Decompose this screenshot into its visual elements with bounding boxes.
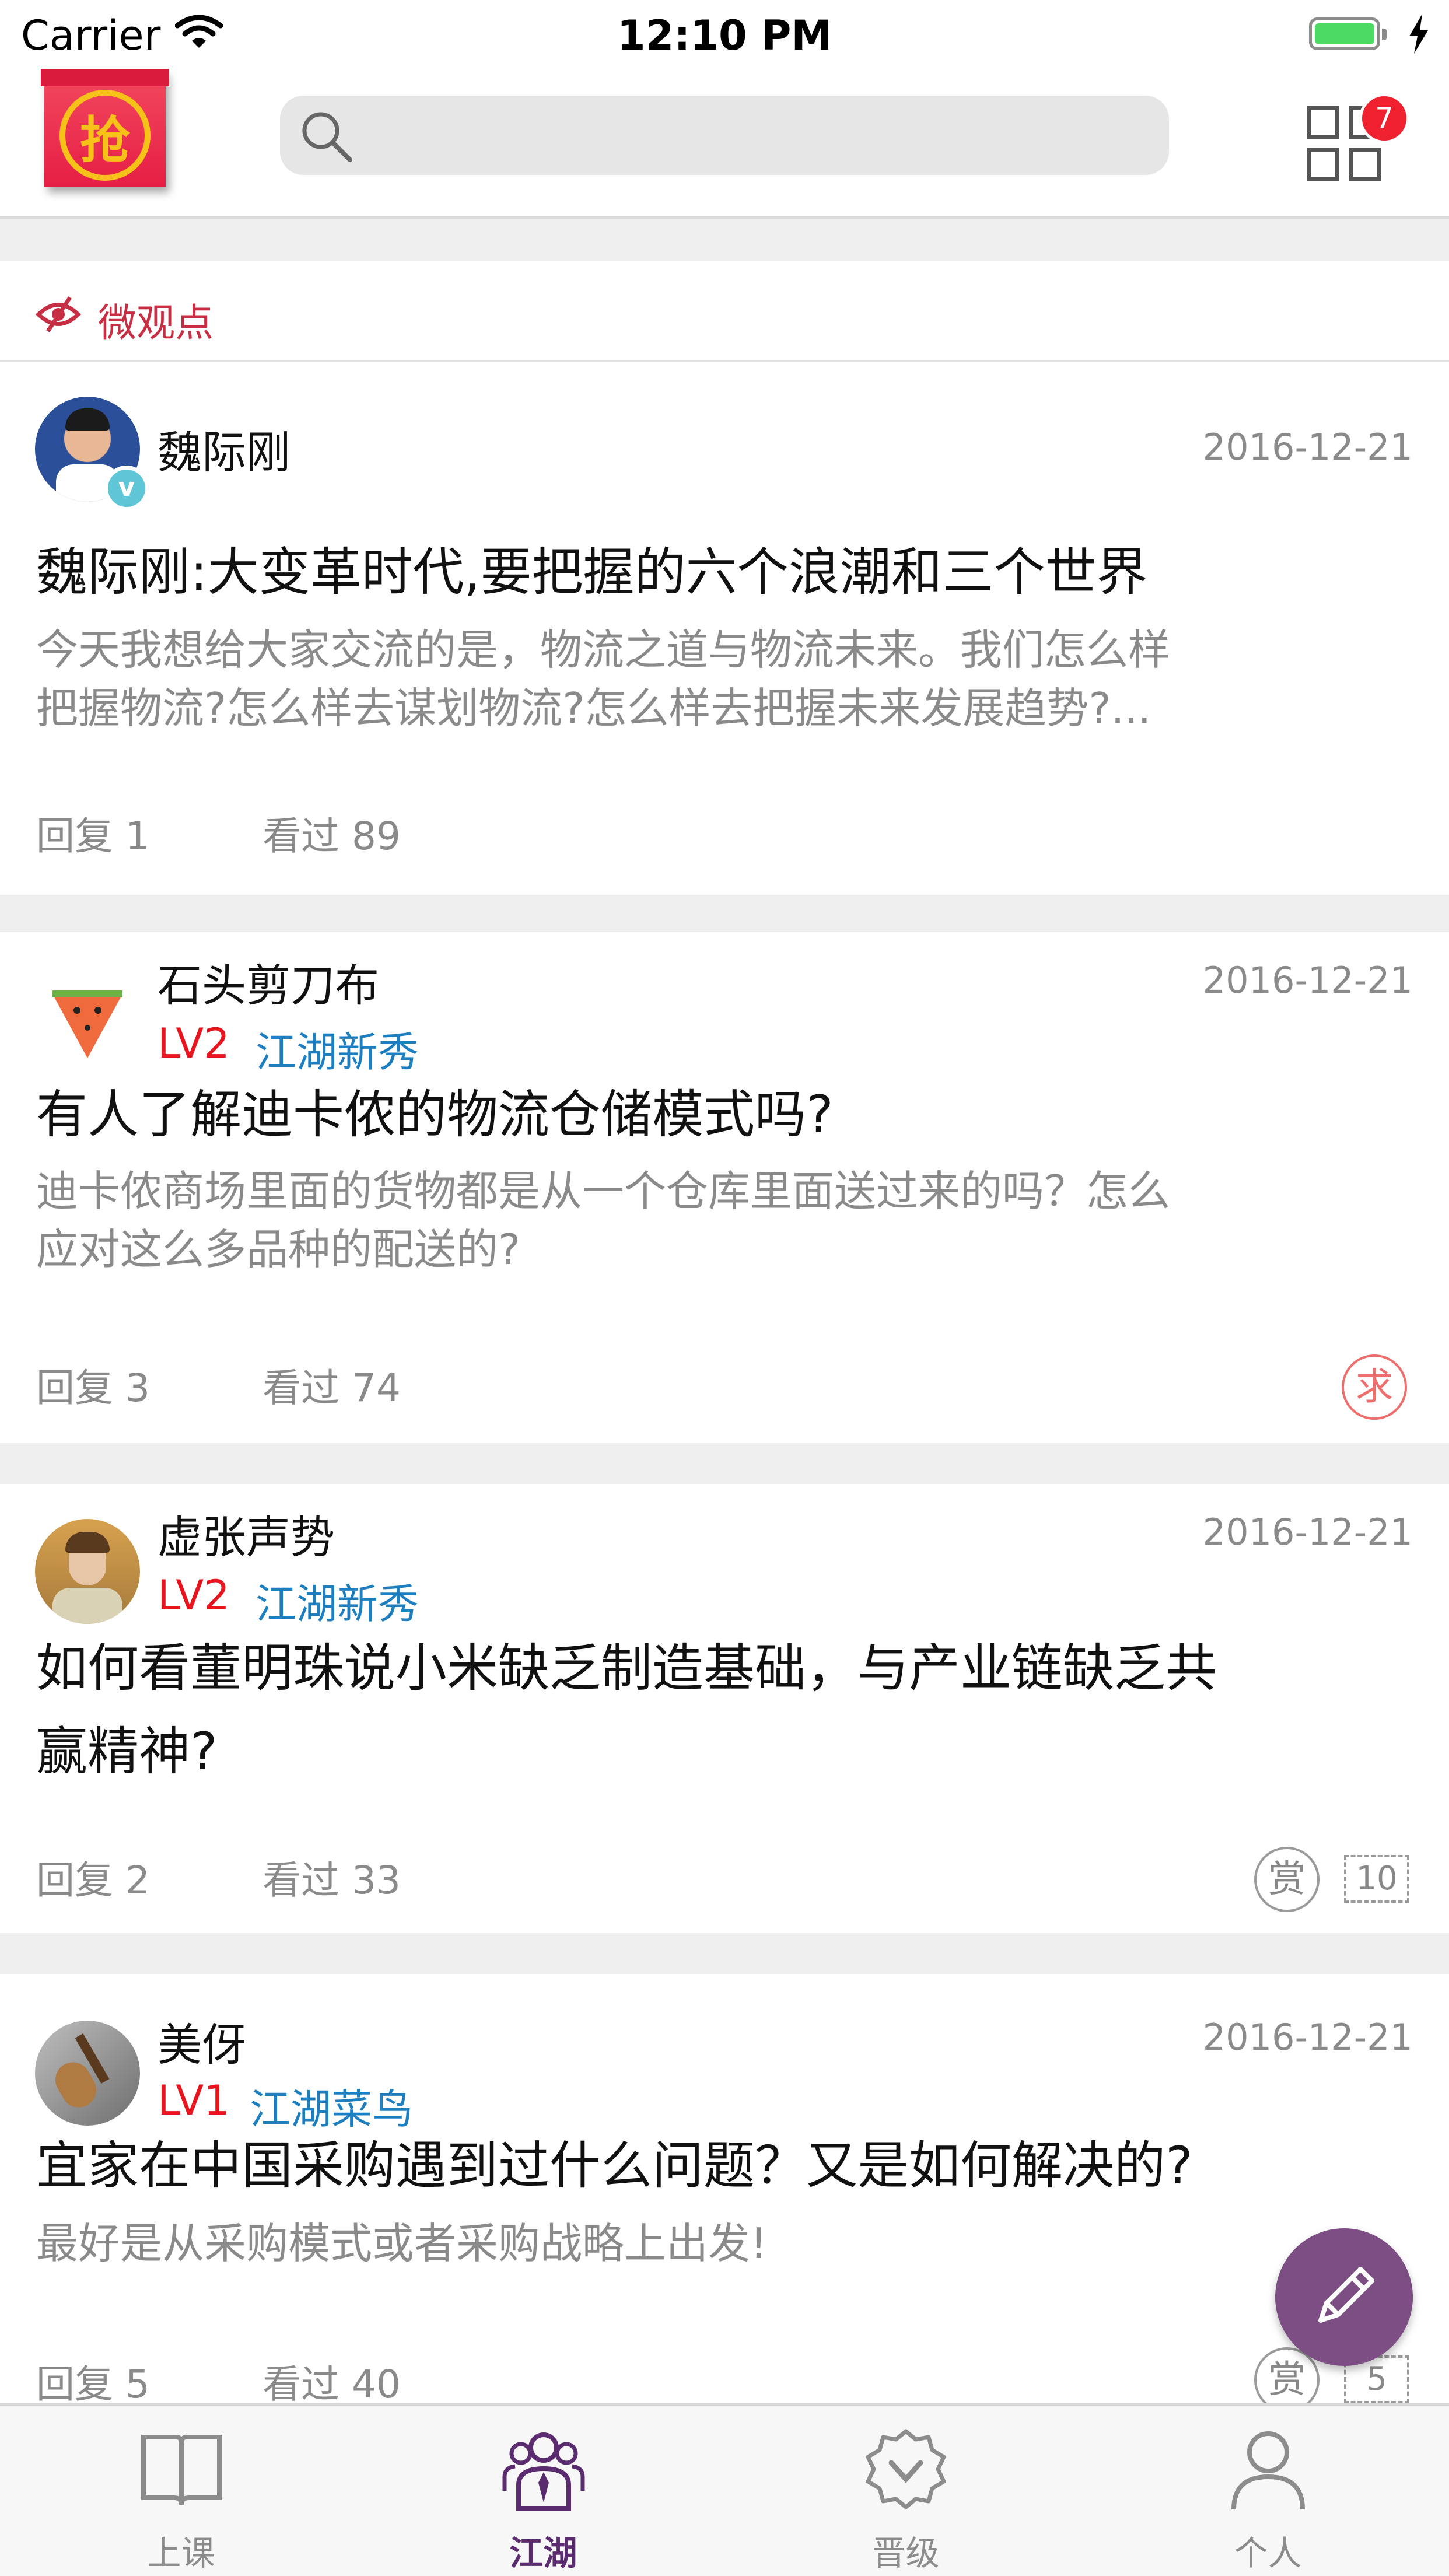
reply-count: 回复 2 (36, 1858, 150, 1903)
battery-icon (1309, 18, 1387, 50)
post-card[interactable]: 美伢 LV1 江湖菜鸟 2016-12-21 宜家在中国采购遇到过什么问题？又是… (0, 1974, 1449, 2413)
post-desc-line: 迪卡侬商场里面的货物都是从一个仓库里面送过来的吗？怎么 (36, 1167, 1171, 1216)
status-time: 12:10 PM (617, 12, 832, 60)
post-date: 2016-12-21 (1202, 426, 1413, 468)
search-input[interactable] (280, 96, 1169, 175)
post-date: 2016-12-21 (1202, 1511, 1413, 1553)
view-count: 看过 74 (262, 1366, 401, 1410)
tab-label: 晋级 (872, 2533, 940, 2573)
grid-icon (1307, 106, 1339, 139)
tab-level-up[interactable]: 晋级 (724, 2406, 1087, 2576)
app-logo[interactable]: 抢 (41, 69, 169, 187)
tab-classes[interactable]: 上课 (0, 2406, 362, 2576)
logo-char: 抢 (80, 111, 130, 170)
reward-seal-icon: 赏 (1254, 1847, 1320, 1912)
tab-community[interactable]: 江湖 (362, 2406, 724, 2576)
reply-count: 回复 3 (36, 1366, 150, 1410)
community-icon (502, 2432, 585, 2511)
tab-label: 上课 (147, 2533, 215, 2573)
request-seal-icon: 求 (1342, 1354, 1407, 1420)
view-count: 看过 89 (262, 814, 401, 859)
avatar[interactable] (35, 965, 140, 1070)
post-desc-line: 今天我想给大家交流的是，物流之道与物流未来。我们怎么样 (36, 625, 1171, 674)
person-icon (1231, 2431, 1305, 2510)
post-title-line[interactable]: 如何看董明珠说小米缺乏制造基础，与产业链缺乏共 (36, 1623, 1413, 1714)
tab-bar: 上课 江湖 晋级 个人 (0, 2403, 1449, 2576)
search-icon (302, 112, 352, 162)
section-header: 微观点 (0, 261, 1449, 362)
post-title[interactable]: 魏际刚:大变革时代,要把握的六个浪潮和三个世界 (36, 528, 1413, 616)
reply-count: 回复 1 (36, 814, 150, 859)
reward-coins: 10 (1344, 1855, 1409, 1903)
app-screen: Carrier 12:10 PM 抢 7 微观点 v 魏际刚 2016-12-2… (0, 0, 1449, 2576)
user-level: LV2 (158, 1572, 230, 1619)
verified-badge-icon: v (104, 466, 149, 511)
post-date: 2016-12-21 (1202, 2016, 1413, 2059)
watermelon-avatar-icon (52, 991, 123, 1058)
post-date: 2016-12-21 (1202, 959, 1413, 1002)
post-card[interactable]: v 魏际刚 2016-12-21 魏际刚:大变革时代,要把握的六个浪潮和三个世界… (0, 362, 1449, 895)
compose-button[interactable] (1275, 2228, 1413, 2366)
top-nav: 抢 7 (0, 69, 1449, 219)
author-name[interactable]: 美伢 (158, 2009, 246, 2073)
post-desc-line: 应对这么多品种的配送的? (36, 1225, 521, 1274)
pencil-icon (1318, 2267, 1374, 2323)
avatar[interactable] (35, 2021, 140, 2126)
author-name[interactable]: 虚张声势 (158, 1502, 335, 1566)
user-level: LV1 (158, 2077, 230, 2124)
user-level: LV2 (158, 1020, 230, 1068)
charging-icon (1409, 14, 1428, 54)
avatar[interactable] (35, 1519, 140, 1624)
view-count: 看过 33 (262, 1858, 401, 1903)
reply-count: 回复 5 (36, 2362, 150, 2407)
status-bar: Carrier 12:10 PM (0, 0, 1449, 70)
post-desc: 最好是从采购模式或者采购战略上出发! (36, 2219, 767, 2268)
post-title[interactable]: 宜家在中国采购遇到过什么问题？又是如何解决的? (36, 2122, 1413, 2210)
badge-icon (866, 2429, 946, 2510)
post-title-line[interactable]: 赢精神? (36, 1708, 1413, 1796)
author-name[interactable]: 石头剪刀布 (158, 950, 379, 1014)
view-count: 看过 40 (262, 2362, 401, 2407)
post-card[interactable]: 石头剪刀布 LV2 江湖新秀 2016-12-21 有人了解迪卡侬的物流仓储模式… (0, 932, 1449, 1443)
tab-label: 个人 (1234, 2533, 1302, 2573)
tab-label: 江湖 (509, 2533, 578, 2573)
author-name[interactable]: 魏际刚 (158, 416, 290, 481)
notification-badge: 7 (1359, 93, 1409, 144)
user-rank: 江湖新秀 (256, 1028, 419, 1076)
eye-slash-icon (35, 296, 82, 332)
post-desc-line: 把握物流?怎么样去谋划物流?怎么样去把握未来发展趋势?... (36, 684, 1152, 733)
user-rank: 江湖新秀 (256, 1580, 419, 1628)
book-icon (141, 2435, 222, 2505)
section-title: 微观点 (98, 300, 214, 345)
post-card[interactable]: 虚张声势 LV2 江湖新秀 2016-12-21 如何看董明珠说小米缺乏制造基础… (0, 1484, 1449, 1933)
post-title[interactable]: 有人了解迪卡侬的物流仓储模式吗? (36, 1071, 1413, 1158)
tab-profile[interactable]: 个人 (1087, 2406, 1449, 2576)
